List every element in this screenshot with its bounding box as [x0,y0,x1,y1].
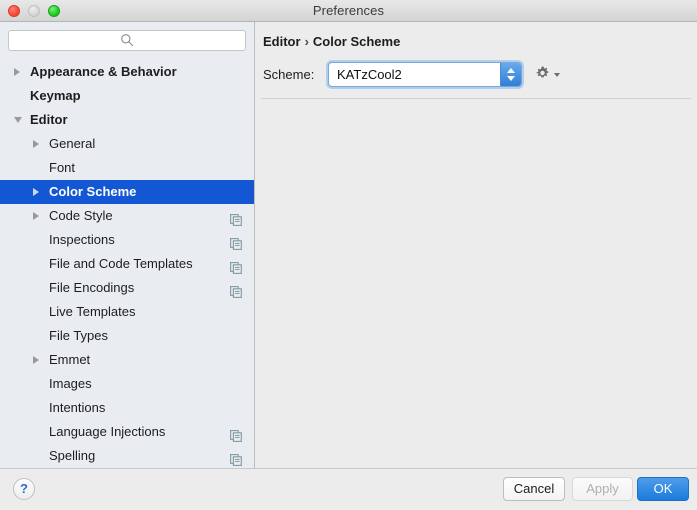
sidebar-item-code-style[interactable]: Code Style [0,204,254,228]
project-scope-icon [230,234,242,250]
chevron-down-icon[interactable] [12,108,26,132]
sidebar-item-color-scheme[interactable]: Color Scheme [0,180,254,204]
title-bar: Preferences [0,0,697,22]
sidebar-item-label: Editor [30,112,68,127]
gear-icon [536,66,549,78]
breadcrumb: Editor › Color Scheme [263,34,400,49]
chevron-updown-icon[interactable] [500,63,521,86]
sidebar-item-label: Appearance & Behavior [30,64,177,79]
chevron-right-icon[interactable] [31,204,45,228]
sidebar-item-label: Images [49,376,92,391]
chevron-right-icon[interactable] [31,180,45,204]
breadcrumb-separator-icon: › [304,34,309,49]
settings-tree: Appearance & Behavior Keymap Editor General… [0,60,254,468]
sidebar-item-inspections[interactable]: Inspections [0,228,254,252]
sidebar-item-label: File Encodings [49,280,135,295]
cancel-button[interactable]: Cancel [503,477,565,501]
project-scope-icon [230,210,242,226]
sidebar-item-language-injections[interactable]: Language Injections [0,420,254,444]
apply-button[interactable]: Apply [572,477,633,501]
sidebar-item-label: Color Scheme [49,184,137,199]
sidebar-item-general[interactable]: General [0,132,254,156]
content-pane: Editor › Color Scheme Scheme: KATzCool2 [256,22,697,468]
breadcrumb-parent[interactable]: Editor [263,34,301,49]
sidebar-item-label: Keymap [30,88,81,103]
sidebar-item-intentions[interactable]: Intentions [0,396,254,420]
chevron-down-icon [554,73,560,77]
sidebar-item-label: Live Templates [49,304,136,319]
project-scope-icon [230,258,242,274]
sidebar-item-label: File Types [49,328,109,343]
sidebar-item-label: Emmet [49,352,91,367]
sidebar-item-label: File and Code Templates [49,256,193,271]
gear-button[interactable] [534,65,560,83]
project-scope-icon [230,426,242,442]
search-input[interactable] [8,30,246,51]
scheme-row: Scheme: KATzCool2 [256,62,697,92]
sidebar-item-images[interactable]: Images [0,372,254,396]
content-separator [261,98,691,99]
sidebar-item-font[interactable]: Font [0,156,254,180]
chevron-right-icon[interactable] [31,132,45,156]
project-scope-icon [230,282,242,298]
chevron-right-icon[interactable] [31,348,45,372]
scheme-value: KATzCool2 [337,67,402,82]
search-field[interactable] [8,30,246,51]
preferences-window: Preferences Appearance & Behavior Keymap E… [0,0,697,510]
sidebar-item-label: Intentions [49,400,106,415]
sidebar-item-label: Language Injections [49,424,166,439]
scheme-combobox[interactable]: KATzCool2 [328,62,522,87]
sidebar-item-live-templates[interactable]: Live Templates [0,300,254,324]
sidebar-item-label: General [49,136,96,151]
help-button[interactable]: ? [13,478,35,500]
sidebar-item-label: Spelling [49,448,96,463]
dialog-footer: ? Cancel Apply OK [0,468,697,510]
chevron-right-icon[interactable] [12,60,26,84]
sidebar-item-file-types[interactable]: File Types [0,324,254,348]
breadcrumb-current: Color Scheme [312,34,401,49]
window-title: Preferences [312,3,385,18]
project-scope-icon [230,450,242,466]
sidebar-item-file-encodings[interactable]: File Encodings [0,276,254,300]
sidebar-item-label: Font [49,160,76,175]
sidebar-item-editor[interactable]: Editor [0,108,254,132]
sidebar-item-spelling[interactable]: Spelling [0,444,254,468]
scheme-label: Scheme: [263,67,315,82]
sidebar-item-file-and-code-templates[interactable]: File and Code Templates [0,252,254,276]
ok-button[interactable]: OK [637,477,689,501]
sidebar-item-appearance-and-behavior[interactable]: Appearance & Behavior [0,60,254,84]
sidebar-item-label: Code Style [49,208,113,223]
sidebar-item-label: Inspections [49,232,115,247]
sidebar-item-keymap[interactable]: Keymap [0,84,254,108]
settings-sidebar: Appearance & Behavior Keymap Editor General… [0,22,255,468]
sidebar-item-emmet[interactable]: Emmet [0,348,254,372]
